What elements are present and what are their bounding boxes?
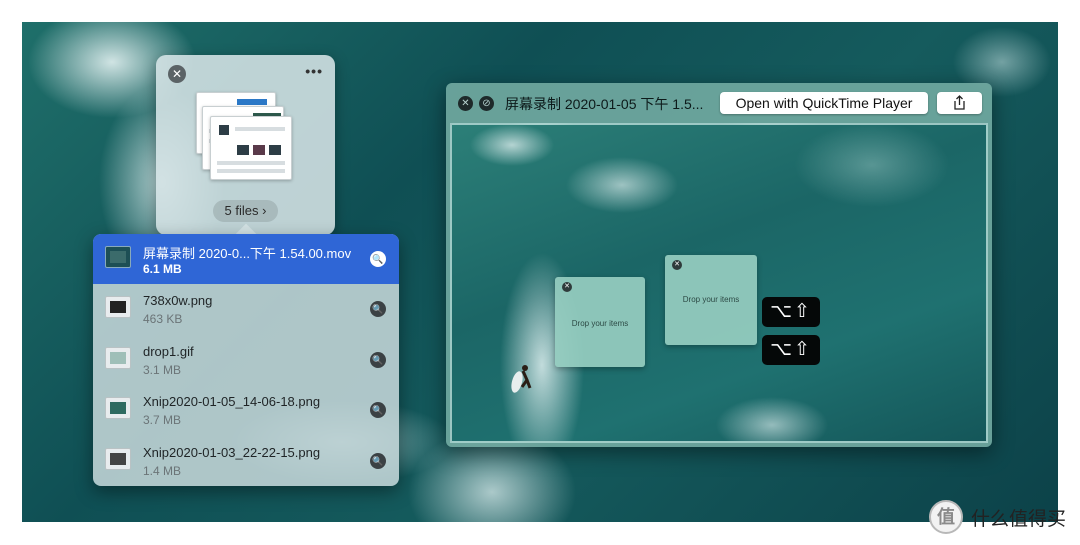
file-size: 3.7 MB bbox=[143, 413, 182, 428]
file-size: 1.4 MB bbox=[143, 463, 182, 478]
video-preview[interactable]: ✕ Drop your items ✕ Drop your items ⌥⇧ ⌥… bbox=[450, 123, 988, 443]
keyboard-shortcut-badge: ⌥⇧ bbox=[762, 297, 820, 327]
image-file-icon bbox=[105, 397, 131, 420]
stacked-file-thumbnails[interactable] bbox=[192, 92, 300, 187]
quick-look-icon[interactable]: 🔍 bbox=[370, 301, 386, 318]
drop-label: Drop your items bbox=[682, 295, 740, 304]
open-with-button[interactable]: Open with QuickTime Player bbox=[720, 92, 928, 114]
file-row[interactable]: Xnip2020-01-05_14-06-18.png 3.7 MB 🔍 bbox=[93, 385, 399, 435]
drop-label: Drop your items bbox=[571, 319, 629, 328]
share-button[interactable] bbox=[937, 92, 982, 114]
quick-look-icon[interactable]: 🔍 bbox=[370, 452, 386, 469]
close-icon[interactable]: ✕ bbox=[458, 96, 473, 111]
surfer-figure bbox=[511, 365, 532, 393]
file-name: 屏幕录制 2020-0...下午 1.54.00.mov bbox=[143, 246, 352, 261]
files-count-button[interactable]: 5 files › bbox=[213, 200, 278, 222]
file-row-selected[interactable]: 屏幕录制 2020-0...下午 1.54.00.mov 6.1 MB 🔍 bbox=[93, 234, 399, 285]
quick-look-icon[interactable]: 🔍 bbox=[370, 251, 386, 267]
close-icon[interactable]: ✕ bbox=[672, 260, 682, 270]
image-file-icon bbox=[105, 447, 131, 470]
file-name: Xnip2020-01-05_14-06-18.png bbox=[143, 394, 321, 410]
file-size: 463 KB bbox=[143, 312, 183, 327]
stack-panel[interactable]: ✕ ••• 5 files › bbox=[156, 55, 335, 235]
gif-file-icon bbox=[105, 346, 131, 369]
file-size: 3.1 MB bbox=[143, 362, 182, 377]
window-title: 屏幕录制 2020-01-05 下午 1.5... bbox=[505, 96, 703, 112]
drop-zone-card[interactable]: ✕ Drop your items bbox=[555, 277, 645, 367]
file-row[interactable]: drop1.gif 3.1 MB 🔍 bbox=[93, 335, 399, 385]
watermark-logo: 值 bbox=[928, 500, 963, 534]
file-row[interactable]: 738x0w.png 463 KB 🔍 bbox=[93, 284, 399, 334]
video-file-icon bbox=[105, 246, 131, 268]
quick-look-icon[interactable]: 🔍 bbox=[370, 351, 386, 368]
file-row[interactable]: Xnip2020-01-03_22-22-15.png 1.4 MB 🔍 bbox=[93, 436, 399, 486]
close-icon[interactable]: ✕ bbox=[168, 65, 186, 83]
quick-look-icon[interactable]: 🔍 bbox=[370, 402, 386, 419]
file-name: Xnip2020-01-03_22-22-15.png bbox=[143, 444, 321, 460]
stop-icon[interactable]: ⊘ bbox=[479, 96, 494, 111]
file-thumbnail bbox=[210, 116, 292, 180]
file-size: 6.1 MB bbox=[143, 262, 182, 276]
image-file-icon bbox=[105, 296, 131, 319]
more-options-icon[interactable]: ••• bbox=[305, 63, 323, 79]
watermark-text: 什么值得买 bbox=[970, 508, 1066, 530]
file-name: drop1.gif bbox=[143, 343, 194, 359]
keyboard-shortcut-badge: ⌥⇧ bbox=[762, 335, 820, 365]
share-icon bbox=[954, 95, 965, 110]
quick-look-window: ✕ ⊘ 屏幕录制 2020-01-05 下午 1.5... Open with … bbox=[446, 83, 992, 447]
file-list-popup: 屏幕录制 2020-0...下午 1.54.00.mov 6.1 MB 🔍 73… bbox=[93, 234, 399, 486]
file-name: 738x0w.png bbox=[143, 293, 213, 309]
watermark: 值 什么值得买 bbox=[928, 500, 1066, 534]
close-icon[interactable]: ✕ bbox=[562, 282, 572, 292]
drop-zone-card[interactable]: ✕ Drop your items bbox=[665, 255, 757, 345]
